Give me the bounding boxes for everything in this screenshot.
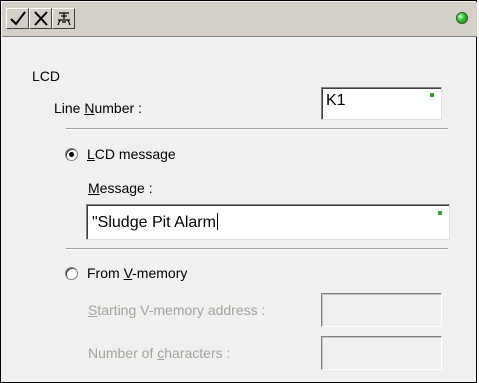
lcd-message-radio[interactable]	[65, 148, 78, 161]
separator	[66, 248, 448, 250]
v-memory-radio[interactable]	[65, 267, 78, 280]
message-input[interactable]: "Sludge Pit Alarm	[86, 204, 450, 240]
line-number-label: Line Number :	[54, 100, 142, 116]
starting-address-input[interactable]	[321, 293, 442, 327]
message-label: Message :	[88, 180, 153, 196]
toolbar	[2, 2, 477, 37]
modified-indicator	[430, 93, 434, 97]
num-characters-input[interactable]	[321, 336, 442, 370]
modified-indicator	[438, 211, 442, 215]
line-number-input[interactable]: K1	[321, 87, 442, 120]
lcd-dialog: LCD Line Number : K1 LCD message Message…	[0, 0, 477, 383]
group-label: LCD	[32, 68, 61, 84]
v-memory-label[interactable]: From V-memory	[87, 265, 187, 281]
cancel-button[interactable]	[29, 8, 52, 29]
help-icon	[57, 12, 71, 26]
lcd-message-label[interactable]: LCD message	[87, 146, 176, 162]
starting-address-label: Starting V-memory address :	[88, 302, 266, 318]
status-led-icon	[456, 12, 468, 24]
separator	[66, 128, 448, 130]
check-icon	[10, 11, 26, 26]
help-button[interactable]	[52, 8, 75, 29]
num-characters-label: Number of characters :	[88, 345, 231, 361]
accept-button[interactable]	[6, 8, 29, 29]
x-icon	[34, 11, 48, 26]
